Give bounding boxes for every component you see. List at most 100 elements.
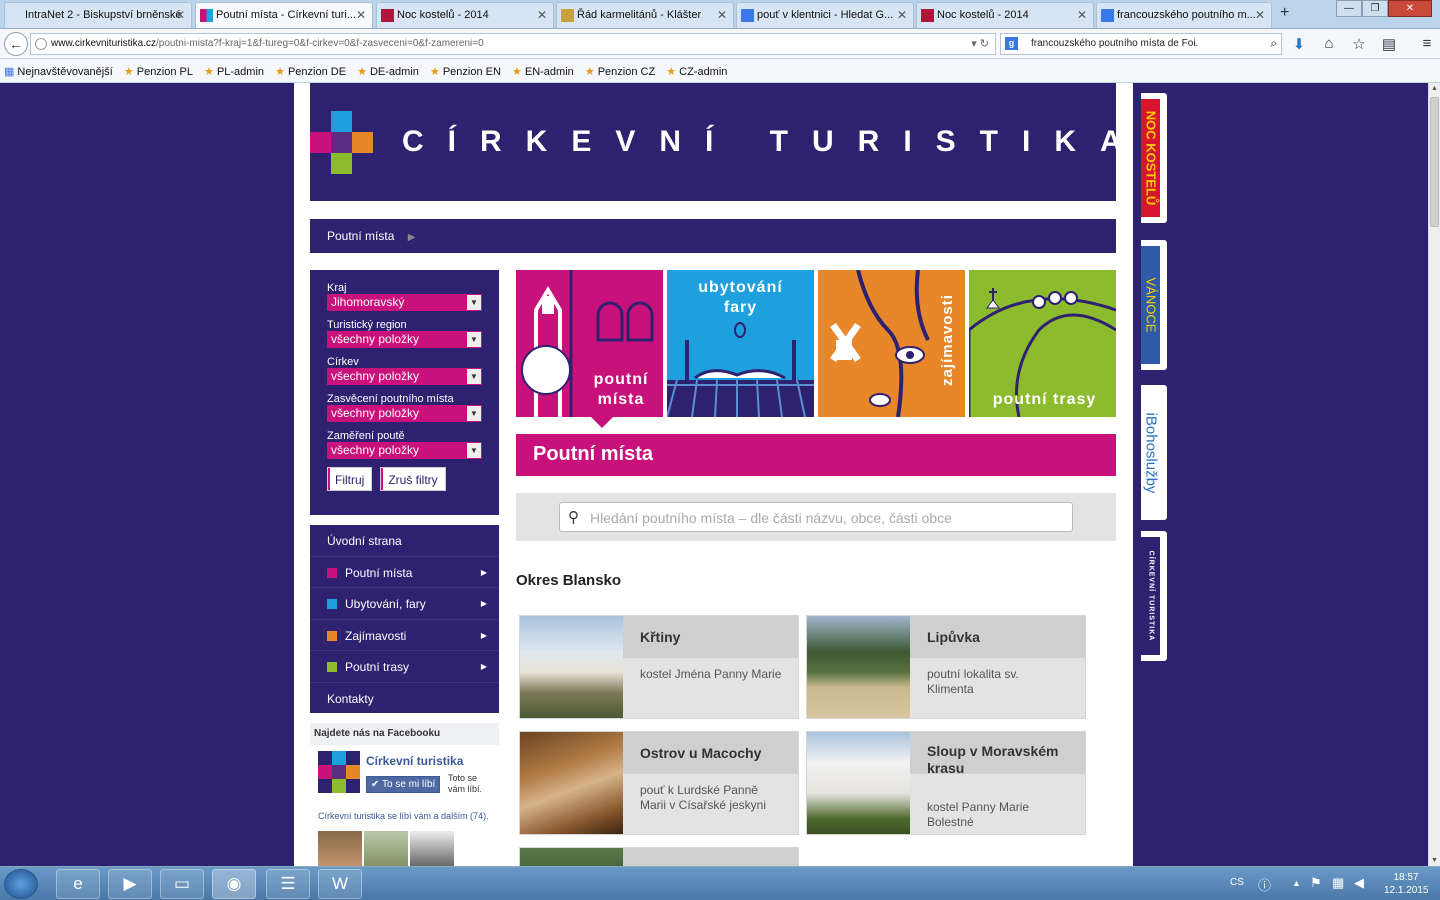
new-tab-icon[interactable]: + — [1280, 4, 1289, 22]
reload-icon[interactable]: ▾ ↻ — [971, 37, 989, 50]
place-photo[interactable] — [807, 616, 910, 718]
browser-tab-active[interactable]: Poutní místa - Církevní turi... ✕ — [195, 2, 373, 28]
site-header[interactable]: CÍRKEVNÍ TURISTIKA — [310, 83, 1122, 201]
window-close-icon[interactable]: ✕ — [1388, 0, 1432, 17]
facebook-page-logo[interactable] — [318, 751, 362, 795]
place-card[interactable] — [519, 847, 799, 866]
show-hidden-icons-icon[interactable]: ▲ — [1292, 878, 1301, 888]
menu-item-pilgrimage-places[interactable]: Poutní místa ▶ — [310, 557, 499, 588]
firefox-icon[interactable]: ◉ — [212, 869, 256, 899]
cirkevni-turistika-banner[interactable]: CÍRKEVNÍ TURISTIKA — [1141, 531, 1167, 661]
media-player-icon[interactable]: ▶ — [108, 869, 152, 899]
place-name[interactable]: Křtiny — [623, 616, 798, 658]
bookmark-item[interactable]: ▦ Nejnavštěvovanější — [4, 65, 113, 78]
tile-pilgrimage-places[interactable]: poutní místa — [516, 270, 663, 417]
bookmarks-list-icon[interactable]: ▤ — [1380, 35, 1398, 53]
menu-item-accommodation[interactable]: Ubytování, fary ▶ — [310, 588, 499, 620]
info-tray-icon[interactable]: ⓘ — [1258, 875, 1271, 894]
filter-button[interactable]: Filtruj — [327, 467, 373, 491]
place-name[interactable]: Sloup v Moravském krasu — [910, 732, 1085, 776]
site-logo[interactable] — [310, 111, 374, 175]
kraj-select[interactable]: Jihomoravský ▼ — [327, 294, 482, 311]
place-photo[interactable] — [520, 616, 623, 718]
url-bar[interactable]: www.cirkevnituristika.cz/poutni-mista?f-… — [30, 33, 996, 55]
action-center-flag-icon[interactable]: ⚑ — [1310, 875, 1322, 891]
language-indicator[interactable]: CS — [1230, 877, 1244, 888]
windows-start-icon[interactable] — [4, 869, 38, 899]
fan-avatar[interactable] — [410, 831, 454, 866]
place-card[interactable]: Křtiny kostel Jména Panny Marie — [519, 615, 799, 719]
bookmark-item[interactable]: ★ Penzion EN — [430, 65, 501, 78]
menu-item-home[interactable]: Úvodní strana — [310, 525, 499, 557]
reset-filters-button[interactable]: Zruš filtry — [380, 467, 446, 491]
system-clock[interactable]: 18:57 12.1.2015 — [1384, 871, 1429, 897]
volume-icon[interactable]: ◀ — [1354, 875, 1364, 891]
fan-avatar[interactable] — [364, 831, 408, 866]
close-tab-icon[interactable]: ✕ — [175, 8, 185, 22]
tile-accommodation[interactable]: ubytování fary — [667, 270, 814, 417]
bookmark-item[interactable]: ★ Penzion PL — [124, 65, 193, 78]
minimize-icon[interactable]: — — [1336, 0, 1362, 17]
place-card[interactable]: Lipůvka poutní lokalita sv. Klimenta — [806, 615, 1086, 719]
back-arrow-icon[interactable]: ← — [4, 32, 28, 56]
pilgrimage-focus-select[interactable]: všechny položky ▼ — [327, 442, 482, 459]
browser-tab[interactable]: Řád karmelitánů - Klášter ✕ — [556, 2, 734, 28]
place-name-partial[interactable] — [623, 848, 798, 866]
browser-tab[interactable]: Noc kostelů - 2014 ✕ — [916, 2, 1094, 28]
home-icon[interactable]: ⌂ — [1320, 35, 1338, 53]
dedication-select[interactable]: všechny položky ▼ — [327, 405, 482, 422]
bookmark-item[interactable]: ★ Penzion DE — [275, 65, 346, 78]
bookmark-item[interactable]: ★ CZ-admin — [666, 65, 727, 78]
ibohosluzby-banner[interactable]: iBohoslužby — [1141, 385, 1167, 520]
place-photo[interactable] — [520, 732, 623, 834]
browser-tab[interactable]: francouzského poutního m... ✕ — [1096, 2, 1272, 28]
menu-item-routes[interactable]: Poutní trasy ▶ — [310, 651, 499, 683]
bookmark-star-icon[interactable]: ☆ — [1350, 35, 1368, 53]
search-bar[interactable]: g francouzského poutního místa de Foi. ⌕ — [1000, 33, 1282, 55]
scroll-up-icon[interactable]: ▲ — [1431, 85, 1438, 92]
download-icon[interactable]: ⬇ — [1290, 35, 1308, 53]
fan-avatar[interactable] — [318, 831, 362, 866]
tile-routes[interactable]: poutní trasy — [969, 270, 1116, 417]
close-tab-icon[interactable]: ✕ — [1077, 8, 1087, 22]
close-tab-icon[interactable]: ✕ — [897, 8, 907, 22]
close-tab-icon[interactable]: ✕ — [1255, 8, 1265, 22]
noc-kostelu-banner[interactable]: NOC KOSTELŮ — [1141, 93, 1167, 223]
place-card[interactable]: Sloup v Moravském krasu kostel Panny Mari… — [806, 731, 1086, 835]
file-explorer-icon[interactable]: ▭ — [160, 869, 204, 899]
internet-explorer-icon[interactable]: e — [56, 869, 100, 899]
menu-item-attractions[interactable]: Zajímavosti ▶ — [310, 620, 499, 651]
tile-attractions[interactable]: zajímavosti — [818, 270, 965, 417]
browser-tab[interactable]: IntraNet 2 - Biskupství brněnské ✕ — [4, 2, 192, 28]
bookmark-item[interactable]: ★ PL-admin — [204, 65, 264, 78]
place-name[interactable]: Ostrov u Macochy — [623, 732, 798, 774]
church-select[interactable]: všechny položky ▼ — [327, 368, 482, 385]
place-photo[interactable] — [520, 848, 623, 866]
facebook-page-name[interactable]: Církevní turistika — [366, 754, 463, 768]
place-search-input[interactable]: ⚲ Hledání poutního místa – dle části náz… — [559, 502, 1073, 532]
bookmark-item[interactable]: ★ DE-admin — [357, 65, 419, 78]
breadcrumb-item[interactable]: Poutní místa — [327, 229, 394, 243]
notes-app-icon[interactable]: ☰ — [266, 869, 310, 899]
word-icon[interactable]: W — [318, 869, 362, 899]
close-tab-icon[interactable]: ✕ — [356, 8, 366, 22]
browser-tab[interactable]: Noc kostelů - 2014 ✕ — [376, 2, 554, 28]
menu-icon[interactable]: ≡ — [1418, 35, 1436, 53]
close-tab-icon[interactable]: ✕ — [537, 8, 547, 22]
scroll-thumb[interactable] — [1430, 97, 1439, 227]
browser-tab[interactable]: pouť v klentnici - Hledat G... ✕ — [736, 2, 914, 28]
place-card[interactable]: Ostrov u Macochy pouť k Lurdské Panně Mar… — [519, 731, 799, 835]
bookmark-item[interactable]: ★ EN-admin — [512, 65, 574, 78]
place-photo[interactable] — [807, 732, 910, 834]
maximize-icon[interactable]: ❐ — [1362, 0, 1388, 17]
vanoce-banner[interactable]: VÁNOCE — [1141, 240, 1167, 370]
network-icon[interactable]: ▦ — [1332, 875, 1344, 891]
page-scrollbar[interactable]: ▲ ▼ — [1428, 83, 1440, 866]
tourist-region-select[interactable]: všechny položky ▼ — [327, 331, 482, 348]
place-name[interactable]: Lipůvka — [910, 616, 1085, 658]
search-icon[interactable]: ⌕ — [1270, 36, 1277, 51]
scroll-down-icon[interactable]: ▼ — [1431, 857, 1438, 864]
close-tab-icon[interactable]: ✕ — [717, 8, 727, 22]
facebook-like-button[interactable]: ✔ To se mi líbí — [366, 776, 441, 793]
fans-page-link[interactable]: Církevní turistika — [318, 811, 385, 821]
